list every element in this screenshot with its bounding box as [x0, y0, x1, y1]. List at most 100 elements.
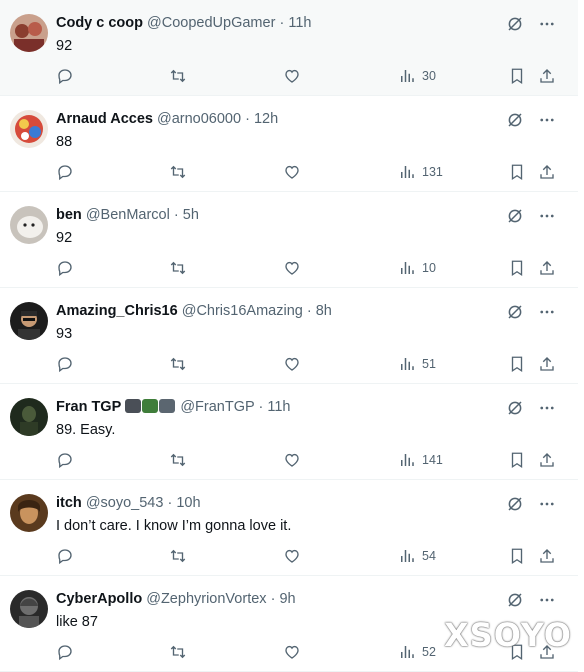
separator: ·	[258, 399, 264, 415]
tweet-header: Amazing_Chris16 @Chris16Amazing · 8h	[56, 302, 332, 320]
like-button[interactable]	[283, 259, 301, 277]
timestamp[interactable]: 9h	[279, 591, 295, 607]
reply-button[interactable]	[56, 547, 74, 565]
timestamp[interactable]: 10h	[176, 495, 200, 511]
retweet-button[interactable]	[169, 163, 187, 181]
bookmark-button[interactable]	[508, 547, 526, 565]
views-button[interactable]: 30	[398, 67, 436, 85]
retweet-button[interactable]	[169, 547, 187, 565]
user-handle[interactable]: @BenMarcol	[86, 207, 170, 223]
display-name[interactable]: Amazing_Chris16	[56, 303, 178, 319]
more-options-icon[interactable]	[538, 111, 556, 129]
timestamp[interactable]: 12h	[254, 111, 278, 127]
tweet-item[interactable]: itch @soyo_543 · 10h I don’t care. I kno…	[0, 480, 578, 576]
more-options-icon[interactable]	[538, 495, 556, 513]
bar-chart-icon	[401, 70, 414, 82]
share-button[interactable]	[538, 67, 556, 85]
reply-button[interactable]	[56, 643, 74, 661]
reply-button[interactable]	[56, 259, 74, 277]
more-options-icon[interactable]	[538, 15, 556, 33]
tweet-item[interactable]: Fran TGP @FranTGP · 11h 89. Easy. 141	[0, 384, 578, 480]
retweet-button[interactable]	[169, 451, 187, 469]
share-button[interactable]	[538, 547, 556, 565]
avatar[interactable]	[10, 206, 48, 244]
bookmark-button[interactable]	[508, 67, 526, 85]
reply-button[interactable]	[56, 451, 74, 469]
display-name[interactable]: itch	[56, 495, 82, 511]
like-button[interactable]	[283, 643, 301, 661]
views-button[interactable]: 10	[398, 259, 436, 277]
retweet-icon	[170, 261, 186, 275]
views-button[interactable]: 131	[398, 163, 443, 181]
views-button[interactable]: 54	[398, 547, 436, 565]
share-button[interactable]	[538, 163, 556, 181]
retweet-button[interactable]	[169, 67, 187, 85]
tweet-item[interactable]: Arnaud Acces @arno06000 · 12h 88 131	[0, 96, 578, 192]
user-handle[interactable]: @arno06000	[157, 111, 241, 127]
user-handle[interactable]: @Chris16Amazing	[182, 303, 303, 319]
share-button[interactable]	[538, 451, 556, 469]
avatar[interactable]	[10, 110, 48, 148]
like-button[interactable]	[283, 67, 301, 85]
user-handle[interactable]: @FranTGP	[180, 399, 254, 415]
action-bar: 131	[56, 163, 556, 183]
like-button[interactable]	[283, 547, 301, 565]
more-options-icon[interactable]	[538, 303, 556, 321]
avatar[interactable]	[10, 14, 48, 52]
bookmark-button[interactable]	[508, 451, 526, 469]
separator: ·	[306, 303, 312, 319]
more-options-icon[interactable]	[538, 207, 556, 225]
avatar[interactable]	[10, 590, 48, 628]
avatar[interactable]	[10, 302, 48, 340]
views-button[interactable]: 52	[398, 643, 436, 661]
retweet-button[interactable]	[169, 355, 187, 373]
like-button[interactable]	[283, 355, 301, 373]
tweet-item[interactable]: Amazing_Chris16 @Chris16Amazing · 8h 93 …	[0, 288, 578, 384]
view-count: 10	[422, 261, 436, 275]
user-handle[interactable]: @soyo_543	[86, 495, 164, 511]
views-button[interactable]: 141	[398, 451, 443, 469]
timestamp[interactable]: 11h	[288, 15, 311, 31]
share-button[interactable]	[538, 355, 556, 373]
grok-icon[interactable]	[506, 207, 524, 225]
user-handle[interactable]: @CoopedUpGamer	[147, 15, 275, 31]
retweet-button[interactable]	[169, 643, 187, 661]
grok-icon[interactable]	[506, 399, 524, 417]
bookmark-button[interactable]	[508, 163, 526, 181]
user-handle[interactable]: @ZephyrionVortex	[146, 591, 266, 607]
grok-icon[interactable]	[506, 495, 524, 513]
tweet-item[interactable]: Cody c coop @CoopedUpGamer · 11h 92 30	[0, 0, 578, 96]
display-name[interactable]: CyberApollo	[56, 591, 142, 607]
grok-icon[interactable]	[506, 15, 524, 33]
grok-icon[interactable]	[506, 303, 524, 321]
reply-button[interactable]	[56, 355, 74, 373]
display-name[interactable]: Fran TGP	[56, 399, 121, 415]
display-name[interactable]: Arnaud Acces	[56, 111, 153, 127]
view-count: 51	[422, 357, 436, 371]
tweet-item[interactable]: ben @BenMarcol · 5h 92 10	[0, 192, 578, 288]
share-button[interactable]	[538, 259, 556, 277]
heart-icon	[285, 549, 299, 563]
like-button[interactable]	[283, 163, 301, 181]
reply-button[interactable]	[56, 67, 74, 85]
timestamp[interactable]: 5h	[183, 207, 199, 223]
more-options-icon[interactable]	[538, 591, 556, 609]
avatar[interactable]	[10, 494, 48, 532]
reply-button[interactable]	[56, 163, 74, 181]
grok-icon[interactable]	[506, 111, 524, 129]
clapper-board-icon	[142, 399, 159, 413]
bookmark-button[interactable]	[508, 259, 526, 277]
display-name[interactable]: Cody c coop	[56, 15, 143, 31]
grok-icon[interactable]	[506, 591, 524, 609]
timestamp[interactable]: 8h	[316, 303, 332, 319]
more-options-icon[interactable]	[538, 399, 556, 417]
timestamp[interactable]: 11h	[267, 399, 290, 415]
avatar[interactable]	[10, 398, 48, 436]
views-button[interactable]: 51	[398, 355, 436, 373]
bookmark-button[interactable]	[508, 355, 526, 373]
display-name[interactable]: ben	[56, 207, 82, 223]
retweet-button[interactable]	[169, 259, 187, 277]
tweet-header: Cody c coop @CoopedUpGamer · 11h	[56, 14, 311, 32]
share-icon	[540, 165, 554, 179]
like-button[interactable]	[283, 451, 301, 469]
